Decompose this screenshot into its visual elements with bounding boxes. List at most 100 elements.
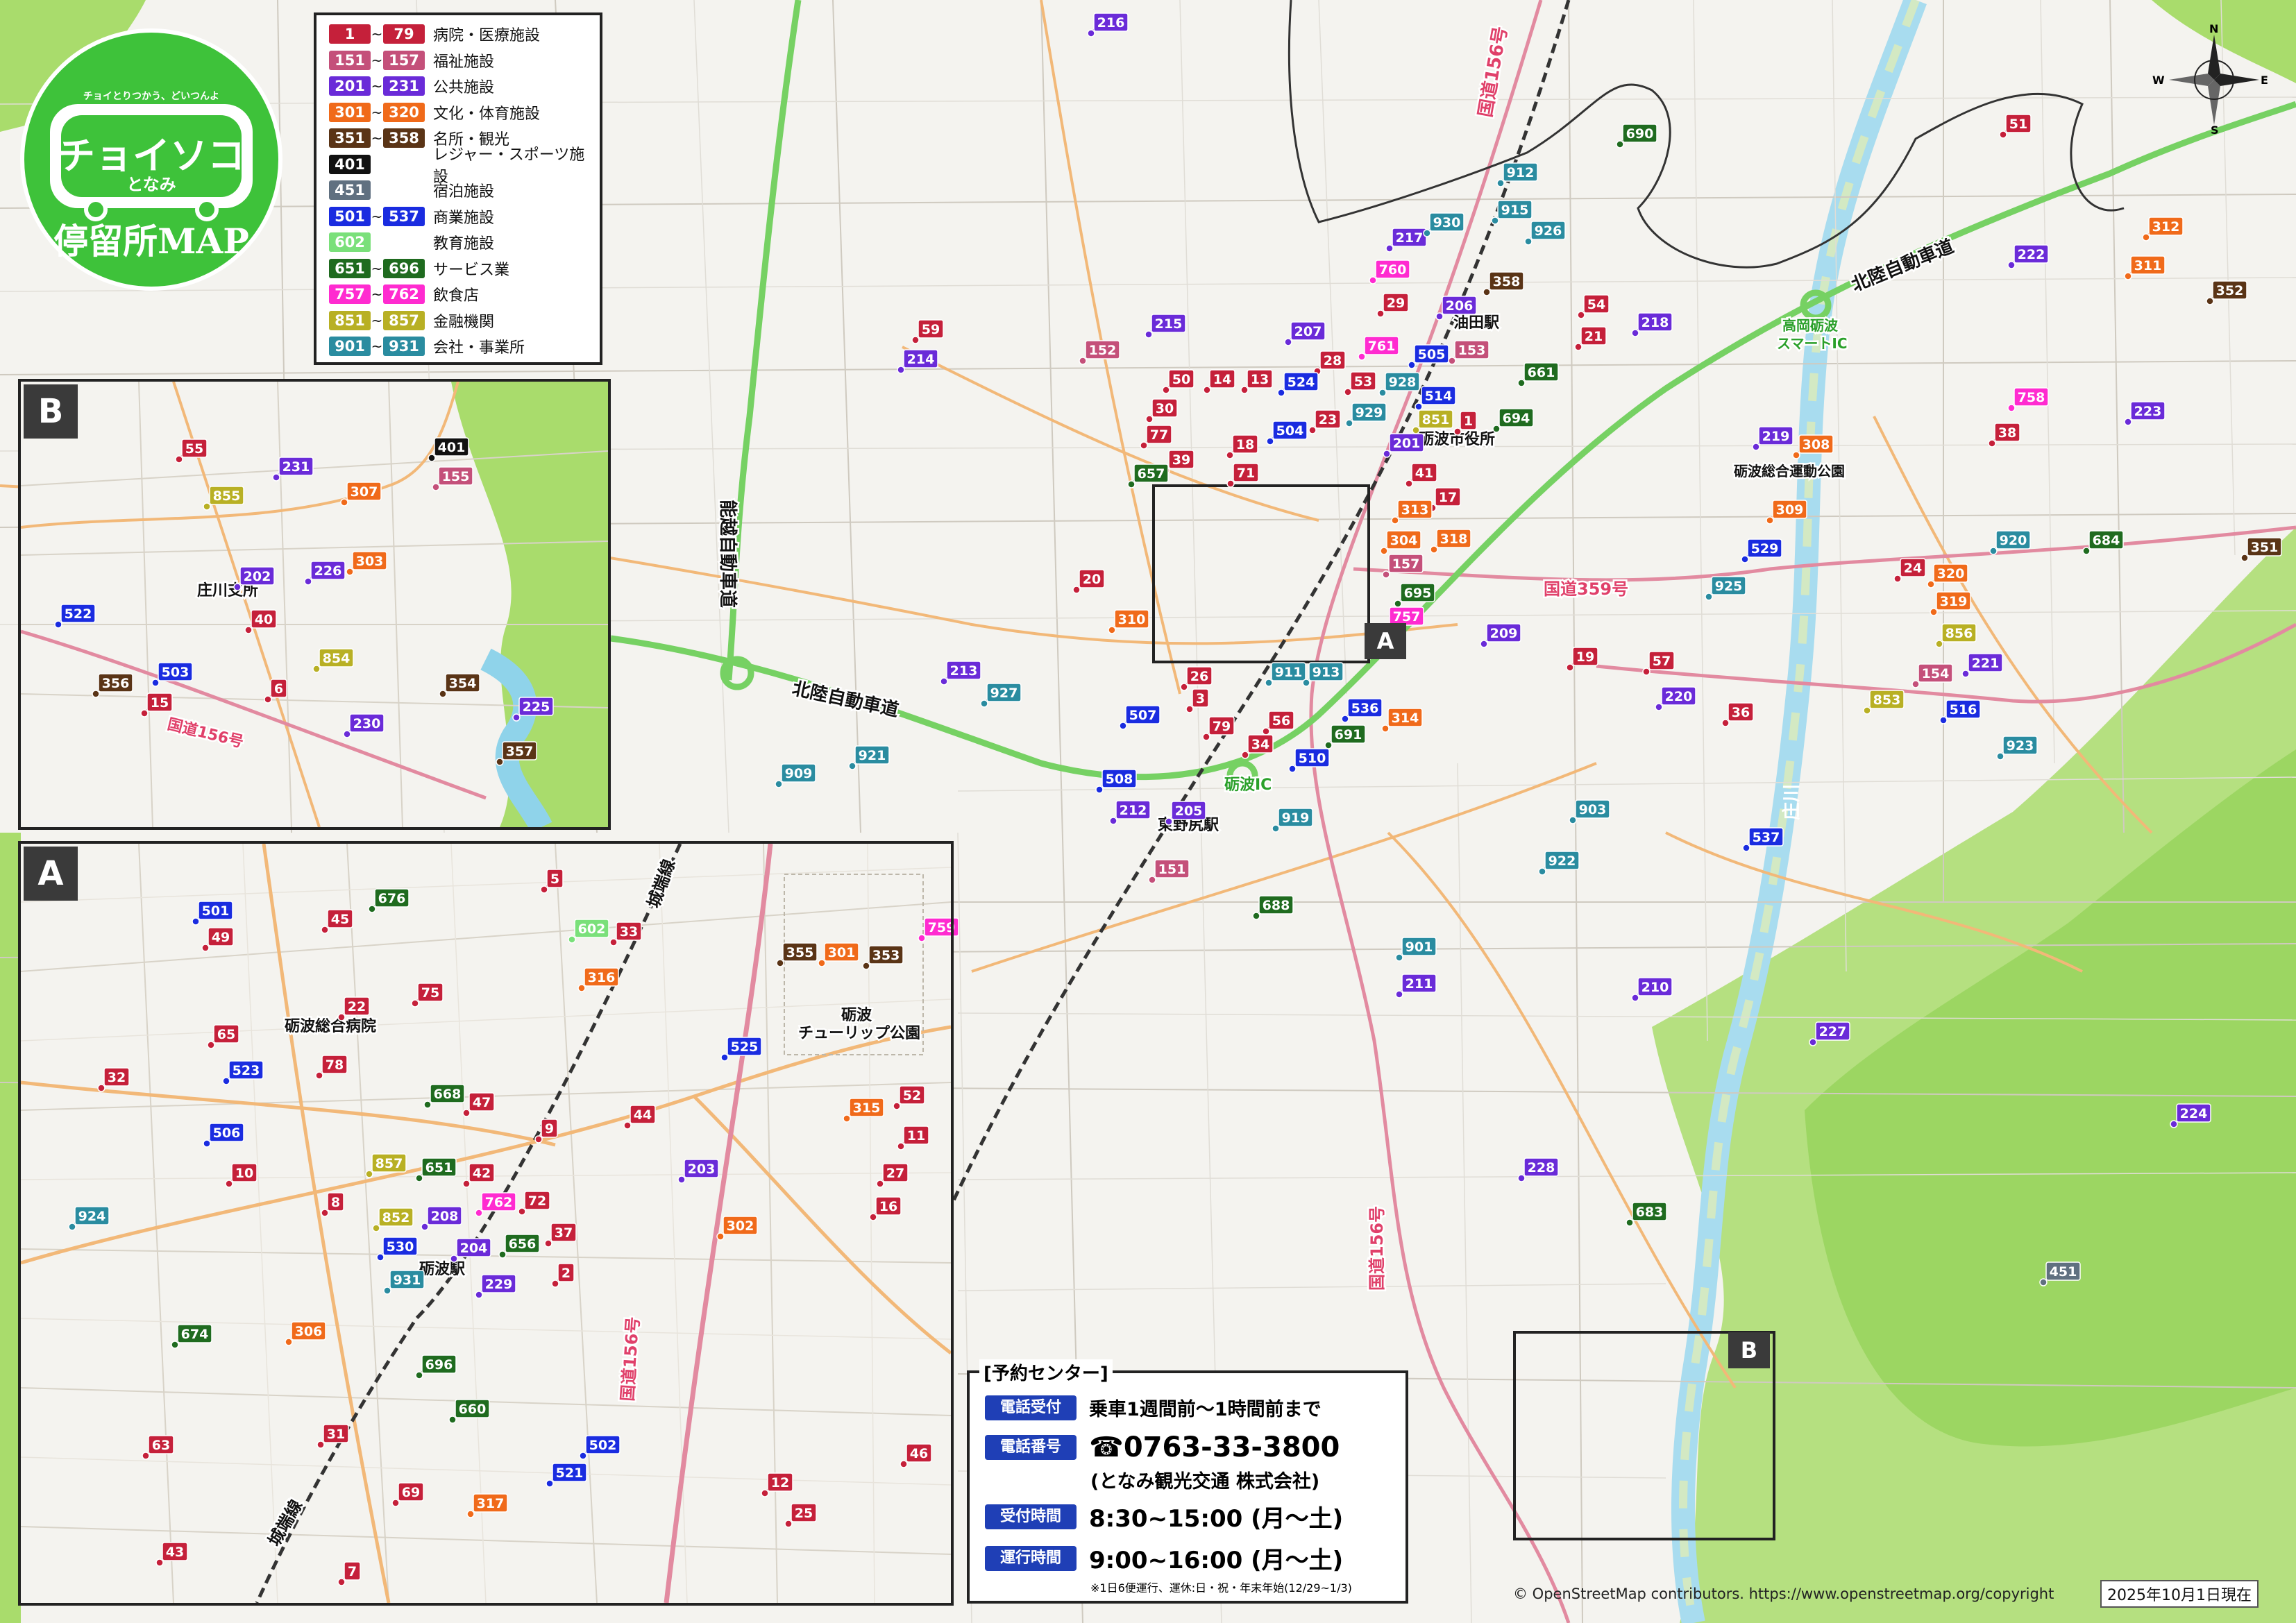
inset-b-marker[interactable]: B	[1728, 1332, 1770, 1368]
stop-number: 53	[1354, 374, 1372, 389]
stop-number: 304	[1390, 533, 1418, 548]
compass-e: E	[2261, 74, 2268, 87]
legend-chips: 901 ~931	[329, 337, 433, 356]
stop-dot	[1272, 824, 1280, 833]
stop-dot	[2206, 297, 2214, 305]
stop-dot	[1376, 309, 1385, 318]
stop-dot	[1324, 741, 1333, 749]
stop-dot	[1492, 425, 1501, 433]
stop-number: 921	[859, 748, 886, 763]
stop-dot	[1145, 415, 1154, 423]
stop-number: 510	[1299, 751, 1326, 766]
accept-text: 乗車1週間前〜1時間前まで	[1089, 1399, 1322, 1420]
legend-chip-from: 651	[329, 258, 371, 278]
legend-row: 451 宿泊施設	[329, 180, 494, 201]
osm-credit: © OpenStreetMap contributors. https://ww…	[1513, 1586, 2054, 1602]
stop-dot	[1939, 716, 1948, 724]
stop-number: 310	[1118, 612, 1146, 627]
stop-dot	[1079, 357, 1087, 365]
logo-title: 停留所MAP	[53, 221, 249, 262]
legend-chips: 151 ~157	[329, 50, 433, 70]
stop-number: 309	[1776, 502, 1804, 518]
legend-tilde: ~	[371, 312, 383, 329]
legend-chip-from: 501	[329, 206, 371, 226]
legend-label: 福祉施設	[433, 53, 495, 71]
legend-chip-from: 1	[329, 24, 371, 44]
stop-dot	[1277, 389, 1285, 397]
stop-dot	[1655, 703, 1663, 711]
stop-number: 507	[1129, 708, 1157, 723]
stop-dot	[1930, 608, 1938, 616]
stop-number: 909	[785, 766, 813, 781]
logo-tagline: チョイとりつかう、どいつんよ	[83, 91, 220, 102]
map-label: 国道359号	[1544, 579, 1628, 599]
stop-dot	[1642, 668, 1651, 676]
legend-label: 文化・体育施設	[433, 105, 541, 123]
legend-row: 901 ~931 会社・事業所	[329, 336, 525, 357]
stop-dot	[1935, 640, 1943, 648]
stop-dot	[1345, 419, 1353, 427]
stop-dot	[1961, 670, 1970, 678]
stop-dot	[1148, 876, 1156, 884]
stop-number: 929	[1356, 405, 1383, 420]
stop-dot	[1108, 626, 1116, 634]
legend-row: 301 ~320 文化・体育施設	[329, 102, 540, 123]
stop-dot	[1162, 386, 1170, 394]
stop-number: 657	[1138, 466, 1165, 482]
stop-dot	[1382, 570, 1390, 579]
stop-number: 36	[1732, 705, 1750, 720]
stop-dot	[1405, 479, 1413, 488]
stop-number: 20	[1083, 572, 1101, 587]
legend-tilde: ~	[371, 207, 383, 225]
legend-panel: 1 ~79 病院・医療施設 151 ~157 福祉施設 201 ~231 公共施設 301 ~320…	[314, 12, 602, 365]
stop-number: 34	[1251, 737, 1269, 752]
compass-s: S	[2211, 124, 2219, 137]
stop-dot	[1412, 426, 1420, 434]
stop-number: 928	[1389, 375, 1417, 390]
legend-label: 商業施設	[433, 209, 495, 227]
legend-chip-to: 762	[383, 284, 425, 304]
stop-number: 28	[1324, 353, 1342, 368]
inset-a-marker[interactable]: A	[1365, 623, 1406, 659]
legend-chips: 757 ~762	[329, 284, 433, 304]
stop-number: 320	[1937, 566, 1965, 581]
stop-number: 3	[1196, 691, 1205, 706]
stop-dot	[1072, 586, 1081, 594]
stop-dot	[2142, 233, 2150, 241]
stop-dot	[1927, 580, 1935, 588]
stop-number: 71	[1237, 466, 1255, 481]
stop-number: 903	[1579, 802, 1607, 817]
legend-chips: 602	[329, 232, 433, 252]
stop-number: 224	[2180, 1106, 2208, 1121]
stop-number: 352	[2216, 283, 2244, 298]
stop-dot	[1491, 216, 1499, 225]
stop-number: 227	[1819, 1024, 1847, 1039]
legend-chip-to: 696	[383, 258, 425, 278]
stop-number: 318	[1440, 532, 1468, 547]
stop-dot	[1989, 547, 1998, 555]
stop-number: 524	[1288, 375, 1315, 390]
legend-chip-from: 201	[329, 76, 371, 96]
stop-number: 312	[2152, 219, 2180, 235]
stop-dot	[1741, 555, 1749, 563]
legend-row: 602 教育施設	[329, 232, 494, 253]
stop-dot	[1569, 816, 1577, 824]
stop-dot	[1809, 1038, 1817, 1046]
stop-dot	[1893, 575, 1902, 583]
stop-dot	[1226, 451, 1234, 459]
legend-row: 401 レジャー・スポーツ施設	[329, 146, 600, 186]
stop-dot	[1302, 679, 1310, 687]
legend-chip-to: 537	[383, 206, 425, 226]
stop-number: 351	[2251, 540, 2279, 555]
stop-dot	[1341, 715, 1349, 723]
legend-row: 1 ~79 病院・医療施設	[329, 24, 540, 44]
phone-number[interactable]: ☎0763-33-3800	[1089, 1431, 1340, 1463]
legend-label: 病院・医療施設	[433, 27, 541, 44]
stop-dot	[1626, 1218, 1634, 1227]
stop-dot	[1185, 705, 1194, 713]
stop-dot	[1524, 237, 1533, 246]
stop-number: 508	[1106, 772, 1133, 787]
stop-number: 319	[1940, 594, 1968, 609]
map-label: 能越自動車道	[717, 500, 738, 608]
stop-dot	[1284, 338, 1292, 346]
